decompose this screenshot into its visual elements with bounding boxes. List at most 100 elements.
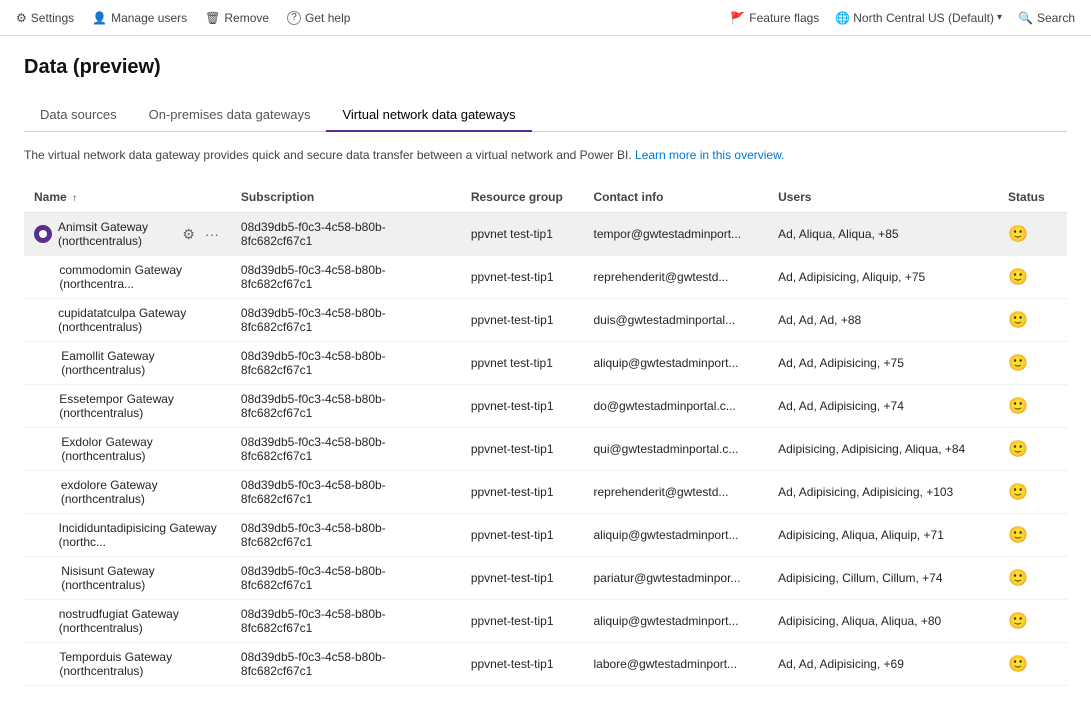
status-ok-icon: 🙂 <box>1008 613 1028 630</box>
table-row[interactable]: Essetempor Gateway (northcentralus)08d39… <box>24 385 1067 428</box>
help-icon: ? <box>287 11 301 25</box>
tabs: Data sources On-premises data gateways V… <box>24 99 1067 132</box>
gateway-name: Temporduis Gateway (northcentralus) <box>59 650 221 678</box>
cell-users: Adipisicing, Aliqua, Aliquip, +71 <box>768 514 998 557</box>
cell-users: Ad, Aliqua, Aliqua, +85 <box>768 213 998 256</box>
status-ok-icon: 🙂 <box>1008 312 1028 329</box>
col-header-status[interactable]: Status <box>998 182 1067 213</box>
row-settings-icon[interactable]: ⚙ <box>180 224 197 245</box>
cell-status: 🙂 <box>998 385 1067 428</box>
table-row[interactable]: Temporduis Gateway (northcentralus)08d39… <box>24 643 1067 686</box>
status-ok-icon: 🙂 <box>1008 398 1028 415</box>
remove-label: Remove <box>224 11 269 25</box>
cell-users: Ad, Ad, Adipisicing, +69 <box>768 643 998 686</box>
table-row[interactable]: Animsit Gateway (northcentralus) ⚙ ··· 08d3… <box>24 213 1067 256</box>
table-header-row: Name ↑ Subscription Resource group Conta… <box>24 182 1067 213</box>
region-selector[interactable]: 🌐 North Central US (Default) ▾ <box>835 11 1002 25</box>
cell-contact-info: tempor@gwtestadminport... <box>583 213 768 256</box>
cell-resource-group: ppvnet-test-tip1 <box>461 514 584 557</box>
col-header-subscription[interactable]: Subscription <box>231 182 461 213</box>
manage-users-icon: 👤 <box>92 11 107 25</box>
settings-icon: ⚙ <box>16 11 27 25</box>
status-ok-icon: 🙂 <box>1008 484 1028 501</box>
cell-users: Ad, Adipisicing, Aliquip, +75 <box>768 256 998 299</box>
cell-contact-info: do@gwtestadminportal.c... <box>583 385 768 428</box>
status-ok-icon: 🙂 <box>1008 226 1028 243</box>
cell-status: 🙂 <box>998 557 1067 600</box>
region-label: North Central US (Default) <box>853 11 994 25</box>
status-ok-icon: 🙂 <box>1008 527 1028 544</box>
cell-subscription: 08d39db5-f0c3-4c58-b80b-8fc682cf67c1 <box>231 213 461 256</box>
sort-ascending-icon: ↑ <box>72 193 77 204</box>
table-row[interactable]: Exdolor Gateway (northcentralus)08d39db5… <box>24 428 1067 471</box>
top-bar-left: ⚙ Settings 👤 Manage users 🗑 Remove ? Get… <box>16 11 350 25</box>
cell-resource-group: ppvnet-test-tip1 <box>461 557 584 600</box>
col-header-name[interactable]: Name ↑ <box>24 182 231 213</box>
gateway-name: exdolore Gateway (northcentralus) <box>61 478 221 506</box>
cell-contact-info: aliquip@gwtestadminport... <box>583 514 768 557</box>
col-header-resource-group[interactable]: Resource group <box>461 182 584 213</box>
cell-status: 🙂 <box>998 342 1067 385</box>
cell-contact-info: aliquip@gwtestadminport... <box>583 600 768 643</box>
cell-subscription: 08d39db5-f0c3-4c58-b80b-8fc682cf67c1 <box>231 600 461 643</box>
table-row[interactable]: Incididuntadipisicing Gateway (northc...… <box>24 514 1067 557</box>
top-bar: ⚙ Settings 👤 Manage users 🗑 Remove ? Get… <box>0 0 1091 36</box>
remove-button[interactable]: 🗑 Remove <box>205 11 269 25</box>
cell-subscription: 08d39db5-f0c3-4c58-b80b-8fc682cf67c1 <box>231 557 461 600</box>
cell-users: Ad, Ad, Ad, +88 <box>768 299 998 342</box>
status-ok-icon: 🙂 <box>1008 441 1028 458</box>
cell-name: exdolore Gateway (northcentralus) <box>24 471 231 514</box>
cell-resource-group: ppvnet test-tip1 <box>461 213 584 256</box>
status-ok-icon: 🙂 <box>1008 269 1028 286</box>
tab-virtual-network[interactable]: Virtual network data gateways <box>326 99 531 132</box>
cell-status: 🙂 <box>998 213 1067 256</box>
status-ok-icon: 🙂 <box>1008 570 1028 587</box>
get-help-button[interactable]: ? Get help <box>287 11 350 25</box>
gateway-name: cupidatatculpa Gateway (northcentralus) <box>58 306 221 334</box>
cell-subscription: 08d39db5-f0c3-4c58-b80b-8fc682cf67c1 <box>231 342 461 385</box>
remove-icon: 🗑 <box>205 11 220 25</box>
table-row[interactable]: Nisisunt Gateway (northcentralus) 08d39db… <box>24 557 1067 600</box>
col-header-contact-info[interactable]: Contact info <box>583 182 768 213</box>
chevron-down-icon: ▾ <box>997 12 1002 23</box>
gateway-name: Essetempor Gateway (northcentralus) <box>59 392 221 420</box>
search-button[interactable]: 🔍 Search <box>1018 11 1075 25</box>
gateway-name: Exdolor Gateway (northcentralus) <box>61 435 220 463</box>
cell-users: Adipisicing, Aliqua, Aliqua, +80 <box>768 600 998 643</box>
cell-name: Temporduis Gateway (northcentralus) <box>24 643 231 686</box>
settings-button[interactable]: ⚙ Settings <box>16 11 74 25</box>
cell-status: 🙂 <box>998 256 1067 299</box>
cell-users: Adipisicing, Cillum, Cillum, +74 <box>768 557 998 600</box>
cell-status: 🙂 <box>998 299 1067 342</box>
col-header-users[interactable]: Users <box>768 182 998 213</box>
tab-on-premises[interactable]: On-premises data gateways <box>133 99 327 132</box>
cell-resource-group: ppvnet-test-tip1 <box>461 428 584 471</box>
gateway-name: Nisisunt Gateway (northcentralus) <box>61 564 221 592</box>
cell-users: Ad, Ad, Adipisicing, +74 <box>768 385 998 428</box>
row-more-icon[interactable]: ··· <box>203 224 221 244</box>
settings-label: Settings <box>31 11 74 25</box>
top-bar-right: 🚩 Feature flags 🌐 North Central US (Defa… <box>730 11 1075 25</box>
cell-subscription: 08d39db5-f0c3-4c58-b80b-8fc682cf67c1 <box>231 471 461 514</box>
search-label: Search <box>1037 11 1075 25</box>
page-title: Data (preview) <box>24 56 1067 79</box>
table-row[interactable]: Eamollit Gateway (northcentralus)08d39db… <box>24 342 1067 385</box>
cell-resource-group: ppvnet-test-tip1 <box>461 256 584 299</box>
learn-more-link[interactable]: Learn more in this overview. <box>635 148 784 162</box>
cell-contact-info: qui@gwtestadminportal.c... <box>583 428 768 471</box>
tab-data-sources[interactable]: Data sources <box>24 99 133 132</box>
feature-flags-button[interactable]: 🚩 Feature flags <box>730 11 819 25</box>
cell-resource-group: ppvnet-test-tip1 <box>461 643 584 686</box>
cell-name: Eamollit Gateway (northcentralus) <box>24 342 231 385</box>
region-icon: 🌐 <box>835 11 850 25</box>
gateway-name: Incididuntadipisicing Gateway (northc... <box>59 521 221 549</box>
gateway-name: Animsit Gateway (northcentralus) <box>58 220 170 248</box>
cell-contact-info: labore@gwtestadminport... <box>583 643 768 686</box>
table-row[interactable]: cupidatatculpa Gateway (northcentralus)0… <box>24 299 1067 342</box>
table-row[interactable]: nostrudfugiat Gateway (northcentralus)08… <box>24 600 1067 643</box>
manage-users-button[interactable]: 👤 Manage users <box>92 11 187 25</box>
cell-name: Exdolor Gateway (northcentralus) <box>24 428 231 471</box>
table-row[interactable]: commodomin Gateway (northcentra...08d39d… <box>24 256 1067 299</box>
table-row[interactable]: exdolore Gateway (northcentralus) 08d39db… <box>24 471 1067 514</box>
status-ok-icon: 🙂 <box>1008 355 1028 372</box>
